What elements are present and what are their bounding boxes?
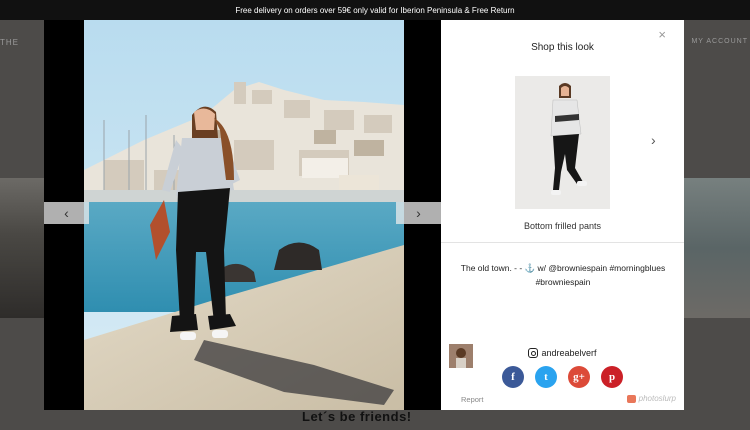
shop-title: Shop this look	[531, 42, 594, 53]
shop-panel: × Shop this look › Bottom frilled pants …	[441, 20, 684, 410]
lightbox-modal: ‹ › × Shop this look › Bottom frilled pa…	[44, 20, 684, 410]
google-plus-share-button[interactable]: g+	[568, 366, 590, 388]
chevron-right-icon: ›	[651, 132, 656, 148]
facebook-icon: f	[511, 371, 515, 383]
report-link[interactable]: Report	[461, 395, 484, 404]
instagram-icon	[528, 348, 539, 358]
username-row[interactable]: andreabelverf	[441, 348, 684, 358]
product-image[interactable]	[515, 76, 610, 209]
facebook-share-button[interactable]: f	[502, 366, 524, 388]
background-thumbnail-left	[0, 178, 44, 318]
camera-icon	[626, 394, 636, 403]
product-name[interactable]: Bottom frilled pants	[441, 221, 684, 231]
username: andreabelverf	[541, 348, 597, 358]
chevron-left-icon: ‹	[64, 205, 69, 221]
background-nav-left: THE	[0, 38, 19, 47]
photoslurp-brand[interactable]: photoslurp	[626, 394, 676, 403]
friends-heading: Let´s be friends!	[302, 409, 412, 424]
next-product-button[interactable]: ›	[651, 132, 656, 148]
prev-photo-button[interactable]: ‹	[44, 202, 89, 224]
promo-banner: Free delivery on orders over 59€ only va…	[0, 0, 750, 20]
twitter-share-button[interactable]: t	[535, 366, 557, 388]
brand-label: photoslurp	[638, 394, 676, 403]
pinterest-share-button[interactable]: p	[601, 366, 623, 388]
divider	[441, 242, 684, 243]
social-share-row: f t g+ p	[441, 366, 684, 388]
close-button[interactable]: ×	[658, 27, 666, 42]
promo-banner-text: Free delivery on orders over 59€ only va…	[235, 5, 515, 15]
next-photo-button[interactable]: ›	[396, 202, 441, 224]
look-photo	[84, 20, 404, 410]
background-thumbnail-right	[682, 178, 750, 318]
google-plus-icon: g+	[573, 371, 585, 383]
twitter-icon: t	[544, 371, 548, 383]
chevron-right-icon: ›	[416, 205, 421, 221]
post-caption: The old town. - - ⚓ w/ @browniespain #mo…	[460, 263, 666, 287]
background-nav-right: MY ACCOUNT	[691, 38, 748, 45]
pinterest-icon: p	[608, 371, 616, 383]
